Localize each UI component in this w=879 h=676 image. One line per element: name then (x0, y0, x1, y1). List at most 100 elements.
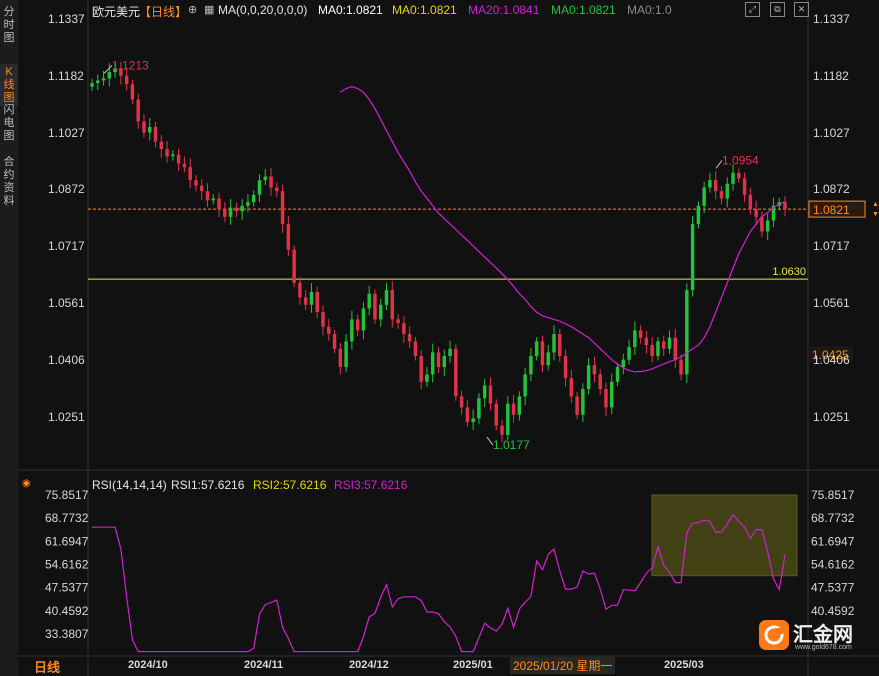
candle-body (523, 374, 527, 397)
chart-canvas[interactable]: 1.06301.0821 ▲▼1.04251.12131.09541.017775… (0, 0, 879, 676)
x-month-label: 2025/01 (453, 659, 493, 671)
indicator-icon[interactable]: ▦ (204, 3, 214, 16)
candle-body (199, 185, 204, 192)
rsi-settings-icon[interactable]: ◉ (22, 478, 31, 489)
candle-body (454, 348, 458, 397)
candle-body (488, 385, 493, 404)
candle-body (690, 224, 695, 291)
period-tab-daily[interactable]: 日线 (34, 657, 60, 676)
candle-body (517, 396, 522, 415)
support-level-label: 1.0630 (772, 266, 806, 278)
sidebar-tab-kline[interactable]: K线图 (0, 64, 18, 106)
candle-body (575, 396, 579, 415)
candle-body (217, 198, 221, 210)
candle-body (638, 330, 643, 338)
candle-body (644, 337, 649, 346)
candle-body (534, 341, 539, 357)
candle-body (292, 249, 296, 283)
candle-body (269, 176, 273, 188)
candle-body (765, 220, 770, 232)
candle-body (633, 330, 637, 347)
candle-body (407, 334, 412, 342)
candle-body (153, 127, 158, 142)
candle-body (298, 282, 302, 298)
candle-body (500, 425, 504, 435)
candle-body (615, 367, 620, 382)
candle-body (240, 205, 244, 212)
price-tick-label: 1.0717 (48, 239, 85, 254)
ma-value-1: MA0:1.0821 (318, 3, 383, 17)
settings-icon[interactable]: ⊕ (188, 3, 197, 16)
rsi-tick-label: 54.6162 (811, 558, 855, 572)
candle-body (280, 191, 285, 225)
candle-body (748, 194, 753, 210)
x-month-label: 2024/12 (349, 659, 389, 671)
price-tick-label: 1.0561 (48, 296, 85, 311)
x-month-label: 2025/03 (664, 659, 704, 671)
ma20-value: MA20:1.0841 (468, 3, 540, 17)
close-icon[interactable]: ✕ (794, 2, 809, 17)
candle-body (494, 403, 498, 426)
rsi1-value: RSI1:57.6216 (171, 478, 245, 492)
candle-body (425, 374, 429, 382)
candle-body (384, 290, 389, 305)
candle-body (419, 356, 423, 382)
candle-body (309, 291, 314, 305)
candle-body (448, 348, 452, 357)
gold678-logo: 汇金网 www.gold678.com (757, 618, 869, 656)
candle-body (592, 365, 597, 375)
candle-body (90, 83, 94, 87)
sidebar-tab-flash[interactable]: 闪电图 (0, 104, 18, 146)
price-tick-label: 1.0251 (813, 410, 850, 424)
high-left-label: 1.1213 (112, 58, 149, 72)
price-tick-label: 1.0406 (48, 353, 85, 368)
candle-body (263, 176, 267, 181)
brand-url: www.gold678.com (795, 644, 852, 651)
rsi3-value: RSI3:57.6216 (334, 478, 408, 492)
rsi-tick-label: 75.8517 (45, 488, 89, 502)
price-tick-label: 1.1337 (813, 12, 850, 26)
rsi-tick-label: 47.5377 (45, 581, 89, 595)
symbol-title: 欧元美元 (92, 5, 141, 19)
candle-body (338, 348, 343, 368)
price-tick-label: 1.0406 (813, 353, 850, 368)
price-tick-label: 1.1182 (48, 68, 84, 83)
candle-body (667, 337, 672, 349)
candle-body (511, 403, 516, 415)
candle-body (471, 418, 475, 423)
candle-body (159, 141, 164, 150)
candle-body (379, 304, 383, 320)
rsi-tick-label: 68.7732 (811, 511, 855, 525)
price-tick-label: 1.1027 (813, 125, 850, 140)
candle-body (754, 209, 758, 217)
candle-body (396, 319, 400, 324)
candle-body (459, 396, 464, 408)
candle-body (286, 224, 291, 250)
candle-body (627, 346, 631, 360)
candle-body (529, 356, 533, 375)
expand-icon[interactable]: ⤢ (745, 2, 760, 17)
candle-body (685, 290, 689, 375)
sidebar-tab-contract-info[interactable]: 合约资料 (0, 156, 18, 212)
sidebar-tab-timeshare[interactable]: 分时图 (0, 6, 18, 48)
rsi-tick-label: 40.4592 (811, 604, 855, 618)
candle-body (315, 291, 319, 313)
candle-body (194, 180, 198, 186)
price-tick-label: 1.1337 (48, 12, 85, 26)
candle-body (413, 341, 418, 357)
candle-body (430, 352, 435, 375)
candle-body (361, 308, 366, 331)
period-label[interactable]: 【日线】 (139, 3, 187, 20)
x-month-label: 2024/11 (244, 659, 284, 671)
high-right-label: 1.0954 (722, 153, 759, 167)
rsi-tick-label: 61.6947 (45, 534, 89, 548)
rsi-tick-label: 68.7732 (45, 511, 89, 525)
price-tick-label: 1.0251 (48, 410, 85, 424)
restore-icon[interactable]: ⧉ (770, 2, 785, 17)
candle-body (650, 345, 654, 357)
candle-body (563, 356, 568, 379)
rsi-highlight-box (651, 494, 798, 577)
x-month-label: 2024/10 (128, 659, 168, 671)
candle-body (136, 99, 140, 122)
sidebar: 分时图 K线图 闪电图 合约资料 (0, 0, 18, 676)
